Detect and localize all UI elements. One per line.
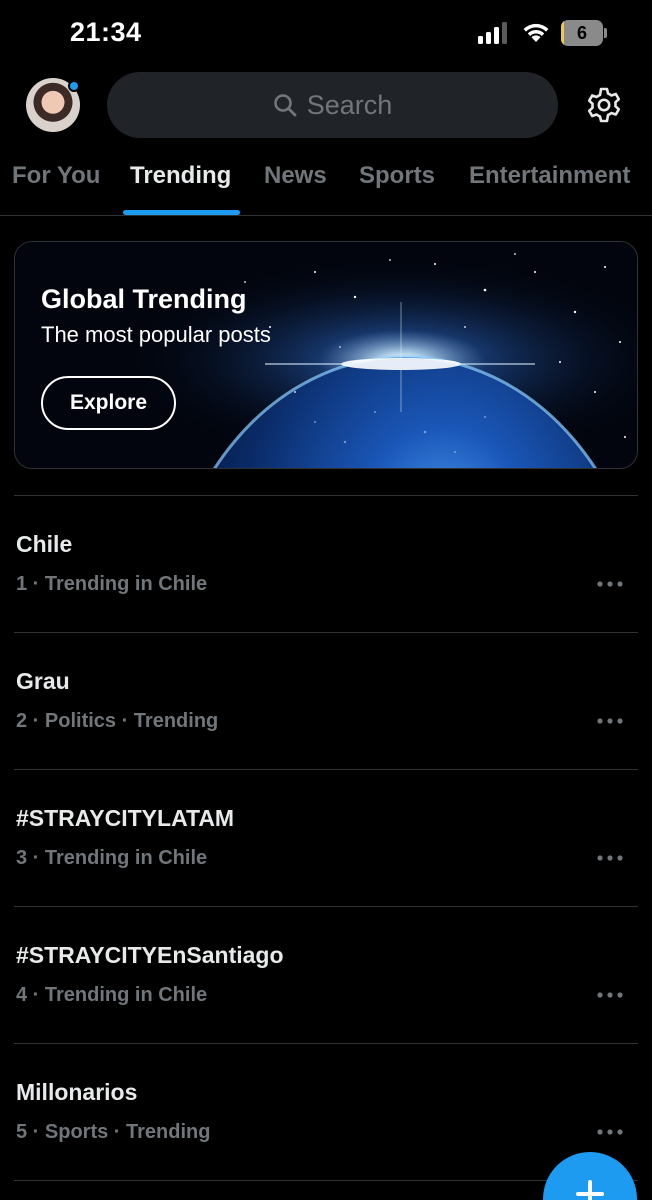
tab-trending[interactable]: Trending [130,162,231,190]
divider [14,1180,638,1181]
gear-icon[interactable] [585,86,623,124]
tab-bar: For You Trending News Sports Entertainme… [0,160,652,216]
global-trending-banner[interactable]: Global Trending The most popular posts E… [14,241,638,469]
tab-sports[interactable]: Sports [359,162,435,190]
more-horizontal-icon[interactable] [596,852,624,864]
status-time: 21:34 [70,17,142,47]
explore-button[interactable]: Explore [41,376,176,430]
trend-meta: 1 · Trending in Chile [16,573,208,595]
divider [0,215,652,216]
search-bar[interactable]: Search [107,72,558,138]
trend-name: Millonarios [16,1079,138,1105]
trend-name: #STRAYCITYLATAM [16,805,235,831]
trend-item[interactable]: Millonarios 5 · Sports · Trending [0,1044,652,1181]
trend-name: Grau [16,668,70,694]
trend-item[interactable]: #STRAYCITYLATAM 3 · Trending in Chile [0,770,652,907]
trend-item[interactable]: Grau 2 · Politics · Trending [0,633,652,770]
search-icon [273,94,297,117]
earth-from-space-image [15,242,637,468]
cellular-signal-icon [478,22,507,44]
banner-subtitle: The most popular posts [41,322,271,347]
search-placeholder: Search [306,89,393,120]
tab-entertainment[interactable]: Entertainment [469,162,630,190]
wifi-icon [523,23,549,42]
trend-name: #STRAYCITYEnSantiago [16,942,284,968]
trend-name: Chile [16,531,73,557]
more-horizontal-icon[interactable] [596,1126,624,1138]
tab-news[interactable]: News [264,162,327,190]
trend-meta: 3 · Trending in Chile [16,847,208,869]
battery-level: 6 [576,23,587,43]
notification-dot [68,80,80,92]
trend-meta: 5 · Sports · Trending [16,1121,211,1143]
trend-item[interactable]: Chile 1 · Trending in Chile [0,496,652,633]
banner-title: Global Trending [41,284,247,314]
trend-meta: 2 · Politics · Trending [16,710,219,732]
more-horizontal-icon[interactable] [596,715,624,727]
trend-meta: 4 · Trending in Chile [16,984,208,1006]
tab-for-you[interactable]: For You [12,162,100,190]
status-bar: 21:34 6 [0,0,652,66]
more-horizontal-icon[interactable] [596,989,624,1001]
battery-icon: 6 [561,20,607,46]
plus-icon [576,1180,604,1200]
trend-item[interactable]: #STRAYCITYEnSantiago 4 · Trending in Chi… [0,907,652,1044]
more-horizontal-icon[interactable] [596,578,624,590]
